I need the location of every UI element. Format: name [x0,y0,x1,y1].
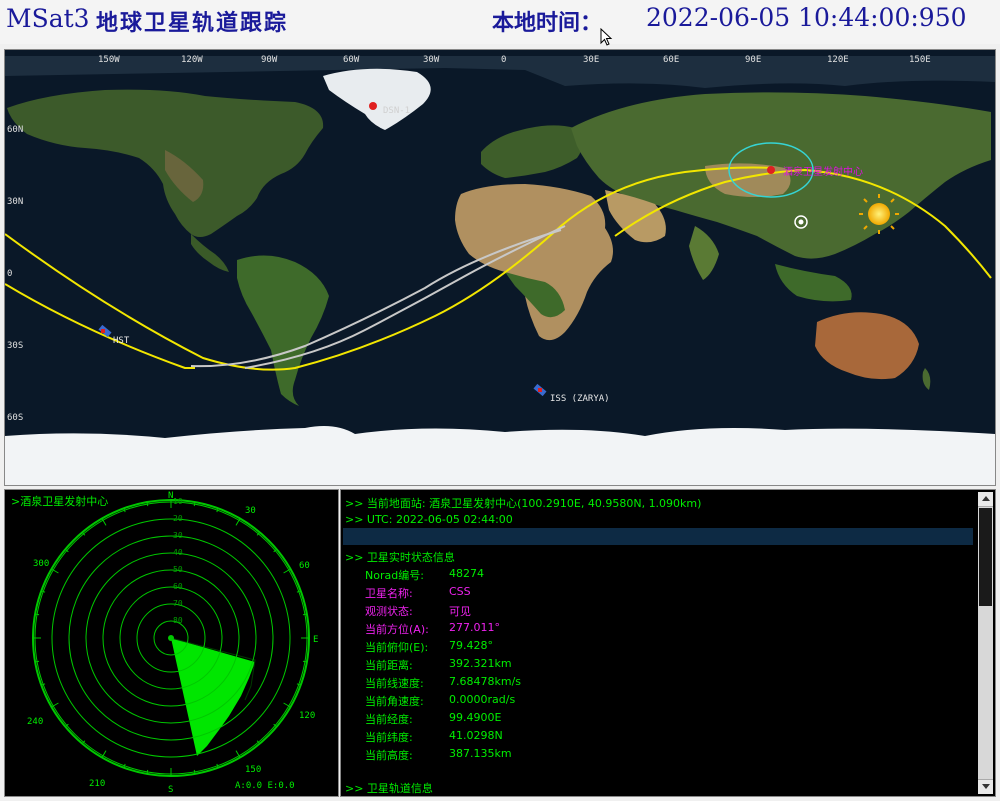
azimuth-label-60: 60 [299,561,310,571]
info-row-value: CSS [449,585,471,598]
latitude-label: 0 [7,269,12,279]
mouse-cursor-icon [600,28,613,46]
info-row-label: 当前经度: [365,713,413,726]
selected-row[interactable] [343,528,973,545]
scroll-thumb[interactable] [979,508,992,606]
longitude-label: 120W [181,55,203,65]
longitude-label: 150E [909,55,931,65]
info-row-value: 277.011° [449,621,500,634]
local-time-label: 本地时间： [492,11,603,36]
info-row-label: 当前角速度: [365,695,424,708]
azimuth-label-240: 240 [27,717,43,727]
latitude-label: 60S [7,413,23,423]
latitude-label: 60N [7,125,23,135]
longitude-label: 30W [423,55,440,65]
latitude-label: 30S [7,341,23,351]
info-panel[interactable]: >> 当前地面站: 酒泉卫星发射中心(100.2910E, 40.9580N, … [340,489,996,797]
azimuth-label-30: 30 [245,506,256,516]
radar-east-label: E [313,635,318,645]
info-row-label: 当前纬度: [365,731,413,744]
app-name: MSat3 [6,4,90,33]
info-row-value: 可见 [449,605,471,618]
longitude-label: 60W [343,55,360,65]
info-row-value: 48274 [449,567,484,580]
elevation-label-70: 70 [173,599,183,608]
scroll-up-button[interactable] [978,492,993,507]
orbit-header: >> 卫星轨道信息 [345,782,433,795]
hst-label: HST [113,336,130,346]
scrollbar[interactable] [978,492,993,794]
info-row-value: 99.4900E [449,711,502,724]
info-row-value: 392.321km [449,657,512,670]
station-line: >> 当前地面站: 酒泉卫星发射中心(100.2910E, 40.9580N, … [345,497,702,510]
elevation-label-20: 20 [173,514,183,523]
azimuth-label-300: 300 [33,559,49,569]
radar-station-label: >酒泉卫星发射中心 [11,494,108,508]
elevation-label-40: 40 [173,548,183,557]
dsn-marker-icon[interactable] [369,102,377,110]
elevation-label-60: 60 [173,582,183,591]
info-row-value: 79.428° [449,639,493,652]
radar-panel[interactable]: >酒泉卫星发射中心 N E S 30 60 120 150 210 240 30… [4,489,339,797]
info-row-value: 387.135km [449,747,512,760]
station-marker-icon[interactable] [767,166,775,174]
info-row-label: 当前线速度: [365,677,424,690]
longitude-label: 0 [501,55,506,65]
utc-line: >> UTC: 2022-06-05 02:44:00 [345,513,513,526]
app-subtitle: 地球卫星轨道跟踪 [96,11,289,36]
longitude-label: 60E [663,55,679,65]
radar-south-label: S [168,785,173,795]
radar-status: A:0.0 E:0.0 [235,781,295,791]
iss-label: ISS (ZARYA) [550,394,610,404]
title-bar: MSat3 地球卫星轨道跟踪 本地时间： 2022-06-05 10:44:00… [0,0,1000,46]
info-row-value: 7.68478km/s [449,675,522,688]
longitude-label: 120E [827,55,849,65]
azimuth-label-150: 150 [245,765,261,775]
station-label: 酒泉卫星发射中心 [783,165,863,178]
info-row-label: 当前高度: [365,749,413,762]
info-row-label: Norad编号: [365,569,424,582]
elevation-label-80: 80 [173,616,183,625]
azimuth-label-210: 210 [89,779,105,789]
info-row-label: 卫星名称: [365,587,413,600]
elevation-label-10: 10 [173,497,183,506]
longitude-label: 30E [583,55,599,65]
elevation-label-50: 50 [173,565,183,574]
latitude-label: 30N [7,197,23,207]
longitude-label: 90W [261,55,278,65]
local-time-value: 2022-06-05 10:44:00:950 [646,3,967,32]
longitude-label: 150W [98,55,120,65]
azimuth-label-120: 120 [299,711,315,721]
status-header: >> 卫星实时状态信息 [345,551,455,564]
info-row-label: 当前方位(A): [365,623,429,636]
info-row-label: 当前距离: [365,659,413,672]
longitude-label: 90E [745,55,761,65]
info-row-label: 当前俯仰(E): [365,641,429,654]
info-row-value: 0.0000rad/s [449,693,516,706]
info-row-value: 41.0298N [449,729,503,742]
dsn-label: DSN-1 [383,106,410,116]
elevation-label-30: 30 [173,531,183,540]
world-map[interactable]: 150W 120W 90W 60W 30W 0 30E 60E 90E 120E 150E 60N 3… [4,49,996,486]
scroll-down-button[interactable] [978,779,993,794]
info-row-label: 观测状态: [365,605,413,618]
